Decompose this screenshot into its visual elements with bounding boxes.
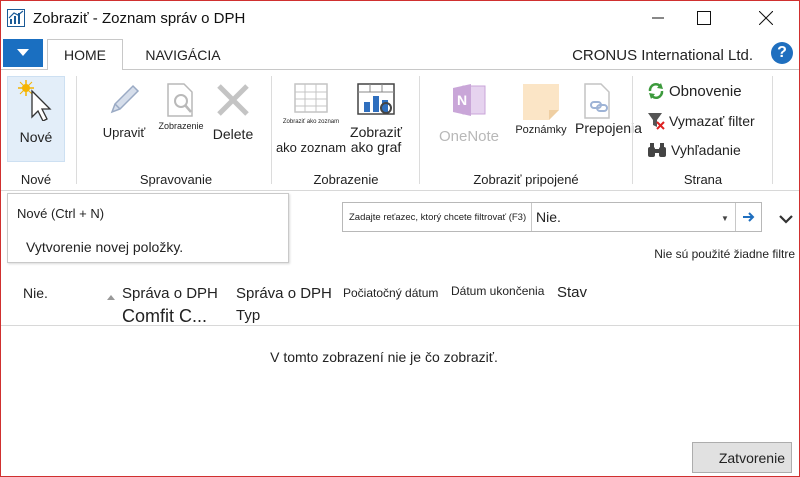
empty-list-message: V tomto zobrazení nie je čo zobraziť. — [270, 349, 498, 365]
group-divider — [76, 76, 77, 184]
svg-text:N: N — [457, 92, 467, 108]
close-icon — [759, 11, 773, 25]
onenote-label: OneNote — [438, 128, 500, 145]
refresh-button[interactable]: Obnovenie — [647, 82, 742, 100]
group-divider — [632, 76, 633, 184]
notes-label: Poznámky — [515, 124, 567, 136]
header-divider — [1, 325, 799, 326]
new-document-icon — [18, 80, 52, 122]
column-header-vat-report-type[interactable]: Správa o DPH — [236, 285, 332, 302]
close-window-button[interactable] — [743, 1, 789, 35]
company-name[interactable]: CRONUS International Ltd. — [572, 47, 753, 64]
refresh-label: Obnovenie — [669, 82, 742, 100]
maximize-icon — [697, 11, 711, 25]
view-document-icon — [167, 83, 193, 117]
group-label-attached: Zobraziť pripojené — [473, 172, 579, 187]
notes-button[interactable]: Poznámky — [509, 82, 573, 138]
close-button[interactable]: Zatvorenie — [692, 442, 792, 473]
group-label-page: Strana — [683, 172, 723, 187]
app-window: Zobraziť - Zoznam správ o DPH HOME NAVIG… — [0, 0, 800, 477]
app-logo-icon — [7, 9, 25, 27]
new-button-tooltip: Nové (Ctrl + N) Vytvorenie novej položky… — [7, 193, 289, 263]
links-button[interactable]: Prepojenia — [575, 82, 642, 136]
vat-report-cell[interactable]: Comfit C... — [122, 307, 207, 325]
chart-view-icon — [357, 83, 395, 115]
chevron-down-icon — [779, 215, 793, 224]
column-header-no[interactable]: Nie. — [23, 285, 48, 302]
column-header-vat-report-type-line2: Typ — [236, 307, 261, 324]
minimize-icon — [652, 17, 664, 19]
delete-x-icon — [217, 84, 249, 116]
show-as-list-small-label: Zobraziť ako zoznam — [282, 119, 340, 125]
tab-home[interactable]: HOME — [47, 39, 123, 70]
edit-button-label: Upraviť — [102, 125, 146, 140]
edit-button[interactable]: Upraviť — [97, 82, 151, 140]
find-label: Vyhľadanie — [671, 142, 741, 158]
find-button[interactable]: Vyhľadanie — [647, 142, 741, 158]
group-label-view: Zobrazenie — [313, 172, 379, 187]
view-button[interactable]: Zobrazenie — [155, 82, 207, 134]
show-as-list-label: ako zoznam — [275, 140, 347, 155]
ribbon: Nové Nové Upraviť Zobrazenie Delete Spra… — [1, 69, 799, 191]
column-header-end-date[interactable]: Dátum ukončenia — [451, 283, 544, 300]
expand-filter-button[interactable] — [779, 211, 793, 229]
minimize-button[interactable] — [635, 1, 681, 35]
filter-apply-button[interactable] — [735, 203, 762, 231]
sort-ascending-icon — [107, 295, 115, 300]
show-as-list-button[interactable]: Zobraziť ako zoznam ako zoznam — [273, 82, 349, 155]
column-header-status[interactable]: Stav — [557, 284, 587, 301]
refresh-icon — [648, 83, 664, 99]
group-label-manage: Spravovanie — [139, 172, 213, 187]
dropdown-arrow-icon[interactable]: ▼ — [721, 214, 729, 223]
clear-filter-label: Vymazať filter — [669, 113, 755, 129]
link-document-icon — [584, 83, 610, 119]
group-divider — [419, 76, 420, 184]
clear-filter-icon — [648, 113, 665, 130]
arrow-right-icon — [743, 212, 755, 222]
onenote-button[interactable]: N OneNote — [431, 82, 507, 144]
filter-input[interactable]: Zadajte reťazec, ktorý chcete filtrovať … — [349, 212, 526, 223]
view-button-label: Zobrazenie — [158, 121, 204, 131]
group-divider — [271, 76, 272, 184]
column-header-start-date[interactable]: Počiatočný dátum — [343, 285, 438, 302]
show-as-chart-button[interactable]: Zobraziť ako graf — [345, 82, 407, 155]
tab-navigation[interactable]: NAVIGÁCIA — [133, 39, 233, 70]
pencil-icon — [110, 84, 140, 114]
group-label-new: Nové — [20, 172, 52, 187]
title-bar: Zobraziť - Zoznam správ o DPH — [1, 1, 799, 35]
chevron-down-icon — [17, 49, 29, 56]
new-button[interactable]: Nové — [7, 76, 65, 162]
delete-button[interactable]: Delete — [209, 82, 257, 142]
list-view-icon — [294, 83, 328, 113]
delete-button-label: Delete — [212, 126, 254, 142]
onenote-icon: N — [453, 84, 486, 116]
group-divider — [772, 76, 773, 184]
window-title: Zobraziť - Zoznam správ o DPH — [33, 10, 246, 27]
new-button-label: Nové — [19, 129, 53, 145]
clear-filter-button[interactable]: Vymazať filter — [647, 112, 755, 130]
filter-status: Nie sú použité žiadne filtre — [654, 247, 795, 261]
show-as-chart-label-1: Zobraziť — [350, 124, 402, 140]
links-label: Prepojenia — [575, 120, 642, 136]
column-header-vat-report[interactable]: Správa o DPH — [122, 285, 218, 302]
binoculars-icon — [648, 143, 666, 157]
show-as-chart-label-2: ako graf — [350, 139, 402, 155]
maximize-button[interactable] — [681, 1, 727, 35]
sticky-note-icon — [523, 84, 559, 120]
app-menu-button[interactable] — [3, 39, 43, 67]
tooltip-description: Vytvorenie novej položky. — [26, 239, 184, 255]
filter-field-select[interactable]: Nie. — [531, 203, 735, 231]
help-icon[interactable]: ? — [771, 42, 793, 64]
filter-bar: Zadajte reťazec, ktorý chcete filtrovať … — [342, 202, 762, 232]
tooltip-title: Nové (Ctrl + N) — [17, 206, 105, 221]
ribbon-tabs: HOME NAVIGÁCIA CRONUS International Ltd.… — [1, 39, 799, 70]
